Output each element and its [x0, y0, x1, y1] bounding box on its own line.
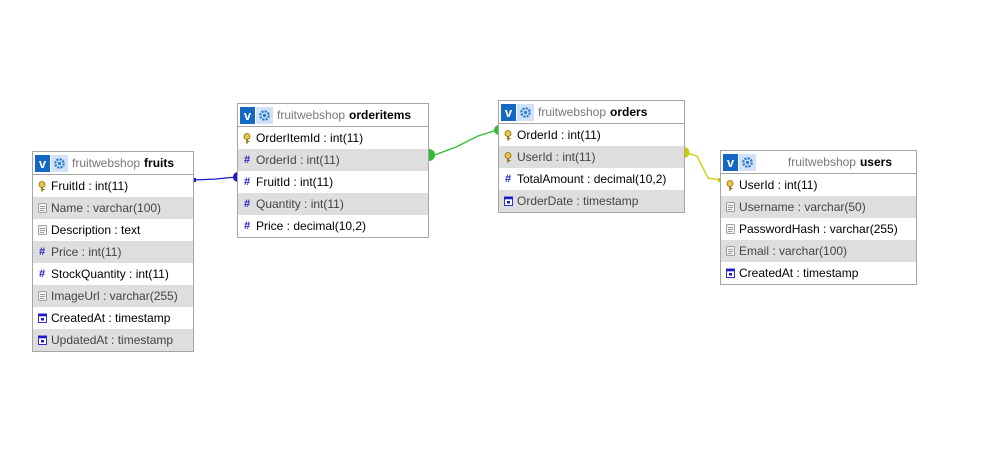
numeric-column-icon: #	[504, 172, 512, 185]
column-row[interactable]: OrderId : int(11)	[499, 124, 684, 146]
text-column-icon	[37, 202, 47, 214]
numeric-column-icon: #	[38, 245, 46, 258]
toggle-view-button[interactable]: v	[240, 106, 255, 124]
column-label: Quantity : int(11)	[256, 197, 344, 211]
gear-icon[interactable]	[517, 103, 534, 121]
table-header[interactable]: v fruitwebshop users	[721, 151, 916, 174]
numeric-column-icon: #	[38, 267, 46, 280]
table-name: fruits	[144, 156, 175, 170]
column-row[interactable]: # Quantity : int(11)	[238, 193, 428, 215]
table-users[interactable]: v fruitwebshop users UserId : int(11) Userna…	[720, 150, 917, 285]
primary-key-icon	[37, 180, 47, 192]
column-label: StockQuantity : int(11)	[51, 267, 169, 281]
date-column-icon	[37, 334, 47, 346]
numeric-column-icon: #	[243, 219, 251, 232]
column-row[interactable]: # Price : decimal(10,2)	[238, 215, 428, 237]
date-column-icon	[725, 267, 735, 279]
column-label: Price : decimal(10,2)	[256, 219, 367, 233]
column-row[interactable]: PasswordHash : varchar(255)	[721, 218, 916, 240]
date-column-icon	[37, 312, 47, 324]
text-column-icon	[725, 201, 735, 213]
relation-end-orderitems-green	[429, 149, 435, 161]
numeric-column-icon: #	[243, 197, 251, 210]
text-column-icon	[725, 223, 735, 235]
table-orderitems[interactable]: v fruitwebshop orderitems OrderItemId : int…	[237, 103, 429, 238]
database-name: fruitwebshop	[787, 155, 856, 169]
toggle-view-button[interactable]: v	[35, 154, 50, 172]
column-label: FruitId : int(11)	[256, 175, 334, 189]
database-name: fruitwebshop	[538, 105, 607, 119]
column-label: OrderId : int(11)	[517, 128, 601, 142]
table-name: users	[859, 155, 892, 169]
column-label: Name : varchar(100)	[51, 201, 162, 215]
table-name: orders	[610, 105, 648, 119]
text-column-icon	[37, 290, 47, 302]
column-label: OrderId : int(11)	[256, 153, 340, 167]
column-label: UpdatedAt : timestamp	[51, 333, 174, 347]
toggle-view-button[interactable]: v	[723, 153, 738, 171]
column-row[interactable]: FruitId : int(11)	[33, 175, 193, 197]
table-orders[interactable]: v fruitwebshop orders OrderId : int(11) User…	[498, 100, 685, 213]
column-row[interactable]: # Price : int(11)	[33, 241, 193, 263]
column-label: ImageUrl : varchar(255)	[51, 289, 178, 303]
column-row[interactable]: Email : varchar(100)	[721, 240, 916, 262]
column-row[interactable]: Description : text	[33, 219, 193, 241]
primary-key-icon	[503, 129, 513, 141]
column-row[interactable]: # OrderId : int(11)	[238, 149, 428, 171]
column-label: Email : varchar(100)	[739, 244, 848, 258]
column-row[interactable]: CreatedAt : timestamp	[33, 307, 193, 329]
relation-line-users-orders[interactable]	[686, 152, 721, 181]
database-name: fruitwebshop	[277, 108, 346, 122]
text-column-icon	[37, 224, 47, 236]
gear-icon[interactable]	[739, 153, 756, 171]
primary-key-icon	[503, 151, 513, 163]
column-label: PasswordHash : varchar(255)	[739, 222, 898, 236]
column-label: TotalAmount : decimal(10,2)	[517, 172, 667, 186]
relation-line-fruits-orderitems[interactable]	[193, 176, 237, 181]
column-row[interactable]: Name : varchar(100)	[33, 197, 193, 219]
table-fruits[interactable]: v fruitwebshop fruits FruitId : int(11) Name…	[32, 151, 194, 352]
date-column-icon	[503, 195, 513, 207]
primary-key-icon	[725, 179, 735, 191]
column-row[interactable]: CreatedAt : timestamp	[721, 262, 916, 284]
database-name: fruitwebshop	[72, 156, 141, 170]
column-row[interactable]: ImageUrl : varchar(255)	[33, 285, 193, 307]
column-label: CreatedAt : timestamp	[51, 311, 171, 325]
column-label: FruitId : int(11)	[51, 179, 129, 193]
column-label: OrderItemId : int(11)	[256, 131, 364, 145]
table-header[interactable]: v fruitwebshop fruits	[33, 152, 193, 175]
column-label: UserId : int(11)	[517, 150, 596, 164]
text-column-icon	[725, 245, 735, 257]
column-label: Username : varchar(50)	[739, 200, 866, 214]
primary-key-icon	[242, 132, 252, 144]
gear-icon[interactable]	[51, 154, 68, 172]
column-row[interactable]: # FruitId : int(11)	[238, 171, 428, 193]
column-row[interactable]: Username : varchar(50)	[721, 196, 916, 218]
column-row[interactable]: OrderDate : timestamp	[499, 190, 684, 212]
column-row[interactable]: OrderItemId : int(11)	[238, 127, 428, 149]
table-header[interactable]: v fruitwebshop orders	[499, 101, 684, 124]
column-row[interactable]: # StockQuantity : int(11)	[33, 263, 193, 285]
column-label: Price : int(11)	[51, 245, 122, 259]
column-row[interactable]: UpdatedAt : timestamp	[33, 329, 193, 351]
column-label: UserId : int(11)	[739, 178, 818, 192]
table-header[interactable]: v fruitwebshop orderitems	[238, 104, 428, 127]
gear-icon[interactable]	[256, 106, 273, 124]
table-name: orderitems	[349, 108, 412, 122]
column-row[interactable]: UserId : int(11)	[499, 146, 684, 168]
numeric-column-icon: #	[243, 175, 251, 188]
column-label: Description : text	[51, 223, 141, 237]
column-label: OrderDate : timestamp	[517, 194, 639, 208]
column-row[interactable]: # TotalAmount : decimal(10,2)	[499, 168, 684, 190]
column-label: CreatedAt : timestamp	[739, 266, 859, 280]
relation-line-orders-orderitems[interactable]	[431, 129, 498, 157]
numeric-column-icon: #	[243, 153, 251, 166]
column-row[interactable]: UserId : int(11)	[721, 174, 916, 196]
toggle-view-button[interactable]: v	[501, 103, 516, 121]
